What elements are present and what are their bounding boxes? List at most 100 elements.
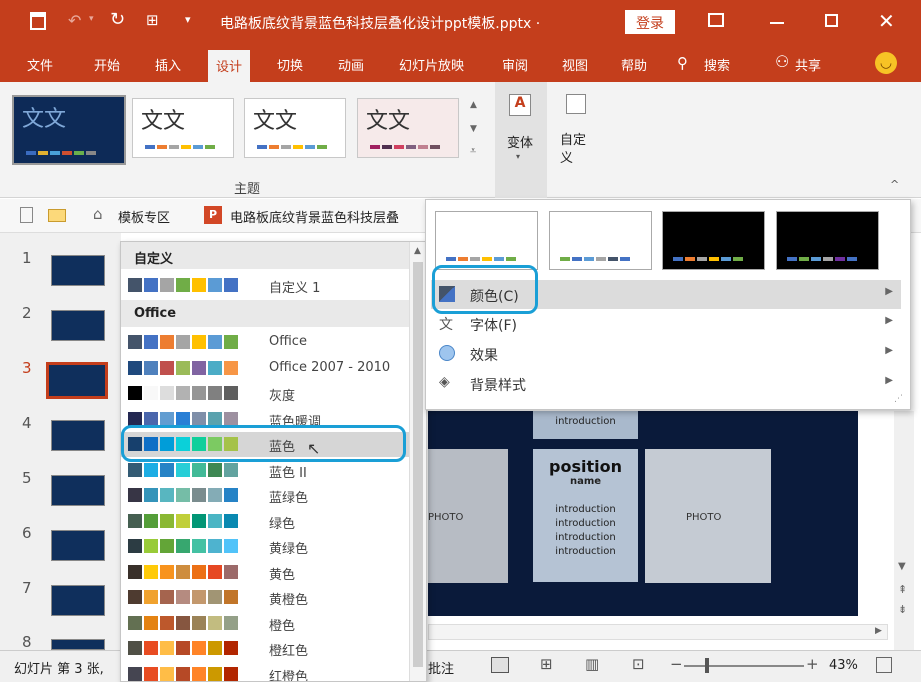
theme-more-icon[interactable]: ⩡: [470, 144, 476, 158]
collapse-ribbon-icon[interactable]: ^: [890, 178, 899, 191]
tab-help[interactable]: 帮助: [621, 55, 647, 74]
slide-area-scrollbar[interactable]: ▼ ⇞ ⇟: [894, 411, 914, 650]
color-scheme-item[interactable]: 橙红色: [121, 636, 409, 661]
theme-thumbnail[interactable]: 文文: [12, 95, 126, 165]
zoom-level[interactable]: 43%: [829, 658, 858, 673]
share-button[interactable]: 共享: [795, 55, 821, 74]
theme-thumbnail[interactable]: 文文: [357, 98, 459, 158]
theme-thumbnail[interactable]: 文文: [132, 98, 234, 158]
redo-icon[interactable]: ↻: [110, 9, 125, 30]
tab-view[interactable]: 视图: [562, 55, 588, 74]
login-button[interactable]: 登录: [625, 10, 675, 34]
tab-insert[interactable]: 插入: [155, 55, 181, 74]
customize-button[interactable]: 自定义: [553, 82, 599, 172]
color-swatch: [208, 641, 222, 655]
color-scheme-item[interactable]: 灰度: [121, 381, 409, 406]
scroll-up-icon[interactable]: ▲: [414, 246, 421, 256]
save-icon[interactable]: [30, 12, 46, 30]
theme-thumbnail[interactable]: 文文: [244, 98, 346, 158]
variant-thumbnail[interactable]: [662, 211, 765, 270]
color-scheme-item[interactable]: Office: [121, 330, 409, 355]
color-swatches: [128, 666, 240, 681]
variant-thumbnail[interactable]: [435, 211, 538, 270]
color-scheme-item[interactable]: 橙色: [121, 611, 409, 636]
reading-view-icon[interactable]: ▥: [585, 655, 599, 673]
menu-item-background-styles[interactable]: ◈ 背景样式 ▶: [431, 369, 901, 398]
prev-slide-icon[interactable]: ⇞: [898, 583, 907, 596]
slide-thumbnail[interactable]: [51, 639, 105, 650]
color-scheme-item[interactable]: 蓝绿色: [121, 483, 409, 508]
menu-scrollbar[interactable]: ▲: [409, 242, 426, 681]
tab-design[interactable]: 设计: [208, 50, 251, 82]
menu-item-effects[interactable]: 效果 ▶: [431, 339, 901, 368]
tab-review[interactable]: 审阅: [502, 55, 528, 74]
scrollbar-thumb[interactable]: [413, 262, 423, 667]
tab-transitions[interactable]: 切换: [277, 55, 303, 74]
slide-thumbnail[interactable]: [51, 420, 105, 451]
color-swatch: [128, 335, 142, 349]
color-scheme-item[interactable]: 红橙色: [121, 662, 409, 681]
tab-home[interactable]: 开始: [94, 55, 120, 74]
slide-thumbnail-selected[interactable]: [46, 362, 108, 399]
resize-grip-icon[interactable]: ⋰: [894, 394, 903, 404]
tab-animations[interactable]: 动画: [338, 55, 364, 74]
theme-scroll-up-icon[interactable]: ▲: [470, 100, 477, 110]
color-scheme-item[interactable]: 黄色: [121, 560, 409, 585]
slide-thumbnail[interactable]: [51, 585, 105, 616]
slide-thumbnail[interactable]: [51, 530, 105, 561]
slide-thumbnail[interactable]: [51, 255, 105, 286]
horizontal-scrollbar[interactable]: ▶: [428, 624, 888, 640]
variant-thumbnail[interactable]: [776, 211, 879, 270]
folder-icon[interactable]: [48, 209, 66, 222]
slide-thumbnail[interactable]: [51, 310, 105, 341]
color-swatch: [176, 278, 190, 292]
tab-file[interactable]: 文件: [27, 55, 53, 74]
home-icon[interactable]: ⌂: [93, 205, 103, 223]
tab-slideshow[interactable]: 幻灯片放映: [399, 55, 464, 74]
slide-canvas[interactable]: PHOTO introduction position name introdu…: [428, 411, 858, 616]
undo-icon[interactable]: ↶: [68, 11, 81, 30]
search-tab[interactable]: 搜索: [704, 55, 730, 74]
color-swatch: [192, 411, 206, 426]
intro-line: introduction: [555, 532, 616, 543]
next-slide-icon[interactable]: ⇟: [898, 603, 907, 616]
color-swatch: [160, 488, 174, 502]
color-swatches: [128, 335, 240, 349]
presenter-icon[interactable]: ⊞: [146, 11, 159, 29]
document-tab[interactable]: 电路板底纹背景蓝色科技层叠: [230, 207, 399, 226]
color-swatch: [144, 462, 158, 477]
color-scheme-item[interactable]: Office 2007 - 2010: [121, 356, 409, 381]
scroll-down-icon[interactable]: ▼: [898, 561, 906, 572]
color-scheme-item[interactable]: 绿色: [121, 509, 409, 534]
close-icon[interactable]: ✕: [878, 9, 895, 33]
slide-number: 8: [22, 633, 32, 651]
theme-scroll-down-icon[interactable]: ▼: [470, 124, 477, 134]
color-swatches: [128, 488, 240, 502]
smiley-icon[interactable]: ◡: [875, 52, 897, 74]
variant-thumbnail[interactable]: [549, 211, 652, 270]
color-scheme-item[interactable]: 黄橙色: [121, 585, 409, 610]
scroll-right-icon[interactable]: ▶: [875, 626, 882, 636]
new-file-icon[interactable]: [20, 207, 33, 223]
normal-view-icon[interactable]: [491, 657, 509, 673]
variants-button[interactable]: A 变体 ▾: [495, 82, 547, 198]
zoom-in-icon[interactable]: +: [806, 655, 819, 673]
template-zone-tab[interactable]: 模板专区: [118, 207, 170, 226]
zoom-out-icon[interactable]: −: [670, 655, 683, 673]
undo-dropdown-icon[interactable]: ▾: [89, 14, 94, 24]
zoom-slider[interactable]: [684, 665, 804, 667]
slideshow-view-icon[interactable]: ⊡: [632, 655, 645, 673]
ribbon-display-icon[interactable]: [708, 13, 724, 27]
maximize-icon[interactable]: [825, 14, 838, 27]
color-swatch: [192, 666, 206, 681]
zoom-slider-thumb[interactable]: [705, 658, 709, 673]
notes-button[interactable]: 批注: [428, 658, 454, 677]
customize-qat-icon[interactable]: ▾: [185, 13, 191, 26]
color-swatch: [160, 615, 174, 630]
slide-thumbnail[interactable]: [51, 475, 105, 506]
color-scheme-item[interactable]: 自定义 1: [121, 273, 409, 298]
fit-to-window-icon[interactable]: [876, 657, 892, 673]
slide-sorter-icon[interactable]: ⊞: [540, 655, 553, 673]
color-scheme-item[interactable]: 黄绿色: [121, 534, 409, 559]
minimize-icon[interactable]: [770, 22, 784, 24]
